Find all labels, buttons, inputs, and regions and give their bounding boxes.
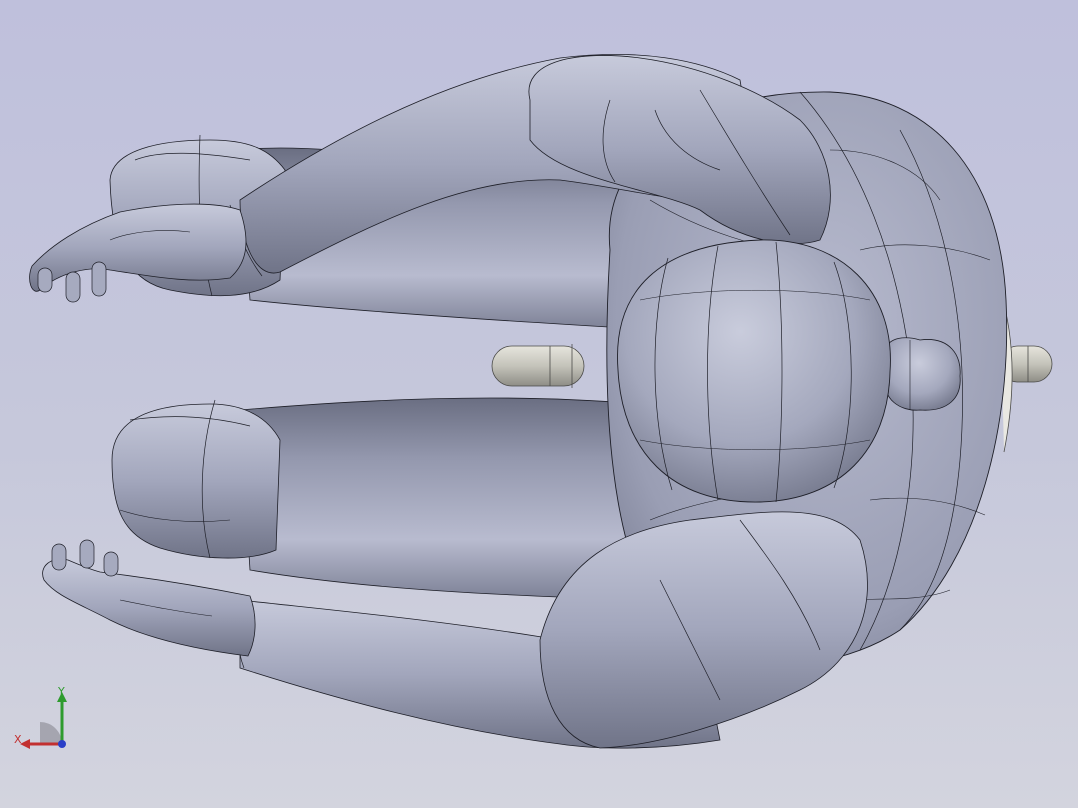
triad-arrows-icon <box>20 692 67 749</box>
triad-y-label: Y <box>58 685 65 698</box>
graphics-viewport[interactable]: Y X <box>0 0 1078 808</box>
stand-pin-right <box>999 289 1053 453</box>
triad-x-label: X <box>14 733 22 746</box>
lower-leg <box>111 397 651 601</box>
neck-joint <box>884 337 961 411</box>
stand-pin-left <box>491 344 585 388</box>
mannequin-model[interactable] <box>0 0 1078 808</box>
head <box>617 239 891 503</box>
coordinate-triad: Y X <box>14 686 76 752</box>
